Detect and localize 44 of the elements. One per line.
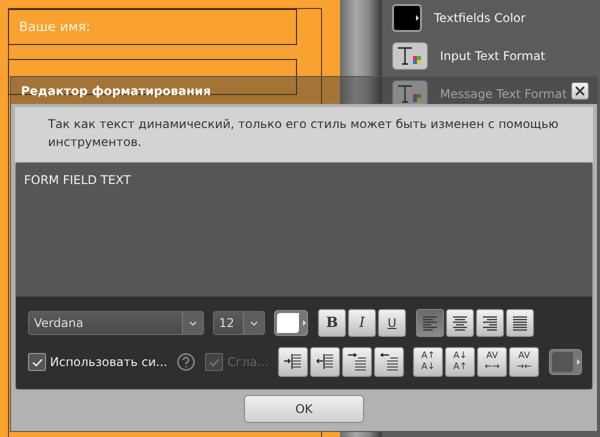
align-button[interactable]: [506, 309, 534, 337]
checkbox-label[interactable]: Использовать си...: [50, 355, 168, 369]
size-dropdown[interactable]: 12: [213, 311, 265, 335]
align-button[interactable]: [476, 309, 504, 337]
align-button[interactable]: [446, 309, 474, 337]
text-format-icon[interactable]: [392, 42, 428, 70]
align-icon: [422, 314, 438, 332]
font-dropdown[interactable]: Verdana: [28, 311, 204, 335]
indent-icon: [347, 353, 368, 371]
close-icon: [575, 86, 585, 96]
spacing-button[interactable]: AV ←→: [477, 347, 508, 377]
text-area[interactable]: FORM FIELD TEXT: [16, 163, 592, 297]
align-icon: [482, 314, 498, 332]
spacing-button[interactable]: AV →←: [509, 347, 540, 377]
indent-button[interactable]: [310, 347, 340, 377]
panel-item-label[interactable]: Textfields Color: [434, 11, 526, 25]
checkmark-icon: [32, 358, 42, 366]
background-color-picker[interactable]: [549, 349, 582, 375]
panel-item-label[interactable]: Input Text Format: [440, 49, 546, 63]
align-icon: [452, 314, 468, 332]
caret-icon: [182, 312, 203, 334]
info-message: Так как текст динамический, только его стиль может быть изменен с помощью инструментов.: [48, 116, 560, 151]
indent-icon: [315, 353, 336, 371]
close-button[interactable]: [571, 82, 589, 100]
align-icon: [512, 314, 528, 332]
field-label: Ваше имя:: [19, 20, 90, 34]
indent-icon: [379, 353, 400, 371]
checkbox[interactable]: [28, 353, 46, 371]
text-style-button[interactable]: U: [378, 309, 406, 337]
indent-button[interactable]: [342, 347, 372, 377]
color-swatch[interactable]: [392, 4, 422, 32]
help-icon[interactable]: [177, 353, 196, 371]
checkmark-icon: [208, 358, 220, 366]
indent-icon: [283, 353, 304, 371]
indent-button[interactable]: [278, 347, 308, 377]
spacing-button[interactable]: A↓ A↑: [445, 347, 476, 377]
caret-icon: [243, 312, 264, 334]
dialog-title: Редактор форматирования: [21, 84, 211, 98]
spacing-button[interactable]: A↑ A↓: [413, 347, 444, 377]
text-color-picker[interactable]: [274, 310, 308, 336]
text-style-button[interactable]: I: [348, 309, 376, 337]
ok-button[interactable]: OK: [244, 394, 364, 422]
indent-button[interactable]: [374, 347, 404, 377]
text-style-button[interactable]: B: [318, 309, 346, 337]
